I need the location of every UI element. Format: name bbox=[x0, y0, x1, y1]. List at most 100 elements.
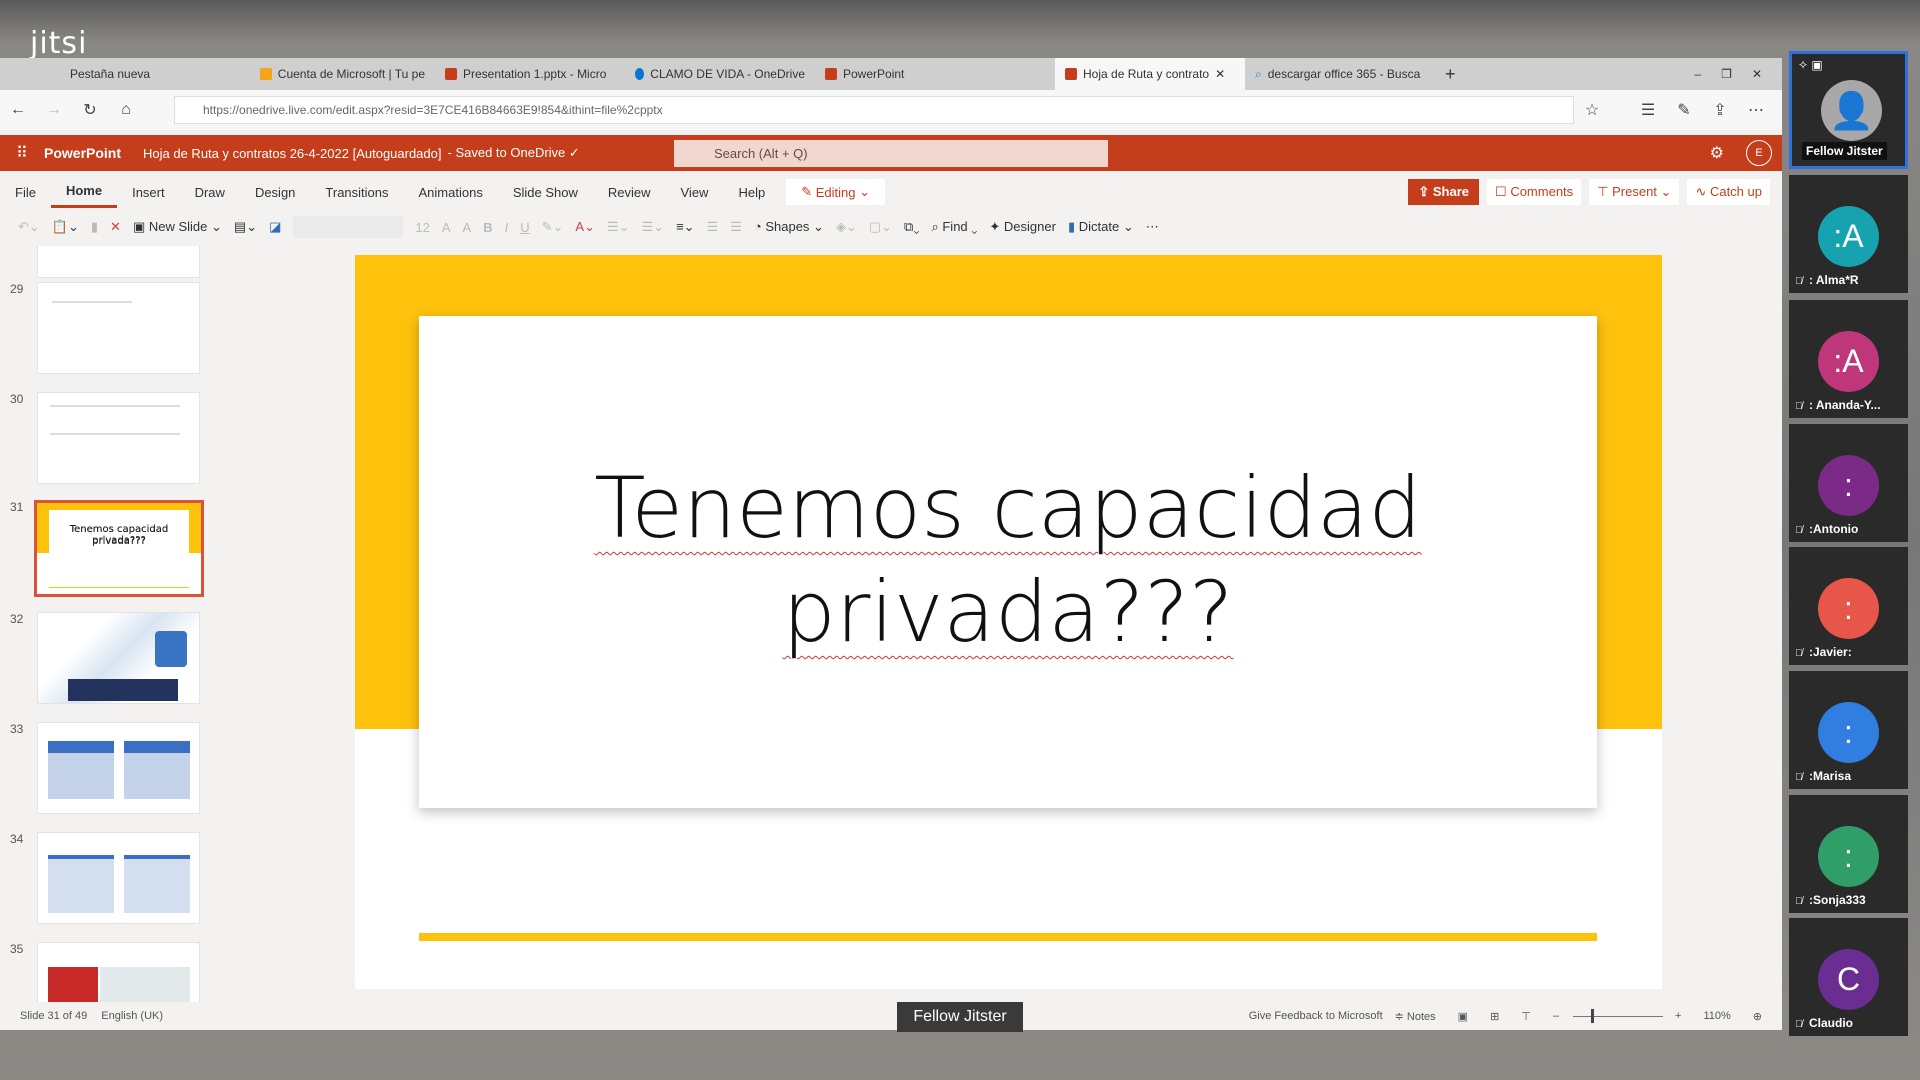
browser-tab[interactable]: Presentation 1.pptx - Micro bbox=[435, 58, 625, 90]
browser-tab[interactable]: PowerPoint bbox=[815, 58, 995, 90]
forward-icon[interactable]: → bbox=[36, 101, 72, 119]
search-input[interactable]: Search (Alt + Q) bbox=[674, 140, 1108, 167]
normal-view-icon[interactable]: ▣ bbox=[1458, 1010, 1468, 1023]
slide-canvas[interactable]: Tenemos capacidad privada??? bbox=[355, 255, 1662, 989]
browser-tab-active[interactable]: Hoja de Ruta y contrato ✕ bbox=[1055, 58, 1245, 90]
app-launcher-icon[interactable]: ⠿ bbox=[0, 143, 44, 163]
catch-up-button[interactable]: ∿ Catch up bbox=[1687, 179, 1770, 205]
browser-tab[interactable]: CLAMO DE VIDA - OneDrive bbox=[625, 58, 815, 90]
slide-thumbnail[interactable] bbox=[37, 832, 200, 924]
indent-icon[interactable]: ☰ bbox=[707, 219, 719, 235]
align-icon[interactable]: ≡⌄ bbox=[676, 219, 694, 235]
participant-tile[interactable]: : 🎙̸ :Marisa bbox=[1789, 671, 1908, 789]
home-icon[interactable]: ⌂ bbox=[108, 101, 144, 119]
user-avatar[interactable]: E bbox=[1746, 140, 1772, 166]
tab-insert[interactable]: Insert bbox=[117, 176, 180, 208]
close-tab-icon[interactable]: ✕ bbox=[1215, 67, 1225, 81]
favorite-star-icon[interactable]: ☆ bbox=[1574, 100, 1610, 120]
slide-title[interactable]: Tenemos capacidad privada??? bbox=[419, 456, 1597, 664]
save-status[interactable]: - Saved to OneDrive ✓ bbox=[448, 145, 580, 161]
url-input[interactable]: https://onedrive.live.com/edit.aspx?resi… bbox=[174, 96, 1574, 124]
share-icon[interactable]: ⇪ bbox=[1702, 100, 1738, 120]
more-options-icon[interactable]: ⋯ bbox=[1146, 219, 1159, 235]
slide-thumbnail[interactable] bbox=[37, 246, 200, 278]
zoom-in-icon[interactable]: + bbox=[1675, 1010, 1681, 1022]
close-window-button[interactable]: ✕ bbox=[1742, 58, 1782, 90]
tab-slide-show[interactable]: Slide Show bbox=[498, 176, 593, 208]
new-tab-button[interactable]: + bbox=[1435, 58, 1466, 90]
tab-animations[interactable]: Animations bbox=[404, 176, 498, 208]
tab-file[interactable]: File bbox=[0, 176, 51, 208]
bullets-icon[interactable]: ☰⌄ bbox=[607, 219, 630, 235]
tab-review[interactable]: Review bbox=[593, 176, 666, 208]
zoom-out-icon[interactable]: – bbox=[1553, 1010, 1559, 1022]
reading-view-icon[interactable]: ⊤ bbox=[1521, 1010, 1531, 1023]
underline-icon[interactable]: U bbox=[520, 220, 529, 235]
increase-font-icon[interactable]: A bbox=[442, 220, 451, 235]
browser-tab[interactable]: Pestaña nueva bbox=[0, 58, 250, 90]
designer-button[interactable]: ✦ Designer bbox=[989, 219, 1056, 235]
restore-button[interactable]: ❐ bbox=[1711, 58, 1742, 90]
zoom-slider[interactable] bbox=[1573, 1008, 1664, 1023]
undo-icon[interactable]: ↶⌄ bbox=[18, 219, 40, 235]
layout-icon[interactable]: ▤⌄ bbox=[234, 219, 257, 235]
language[interactable]: English (UK) bbox=[101, 1010, 163, 1022]
share-button[interactable]: ⇪ Share bbox=[1408, 179, 1480, 205]
delete-icon[interactable]: ✕ bbox=[110, 219, 121, 235]
document-title[interactable]: Hoja de Ruta y contratos 26-4-2022 [Auto… bbox=[143, 146, 441, 161]
participant-tile[interactable]: : 🎙̸ :Antonio bbox=[1789, 424, 1908, 542]
participant-tile[interactable]: 👤 Fellow Jitster ✧ ▣ bbox=[1789, 51, 1908, 169]
back-icon[interactable]: ← bbox=[0, 101, 36, 119]
editing-mode-button[interactable]: ✎ Editing ⌄ bbox=[786, 179, 885, 205]
find-button[interactable]: ⌕ Find ⌄ bbox=[931, 219, 977, 235]
slide-thumbnail[interactable] bbox=[37, 282, 200, 374]
outline-icon[interactable]: ▢⌄ bbox=[869, 219, 892, 235]
shapes-button[interactable]: ◔ Shapes ⌄ bbox=[754, 219, 824, 235]
outdent-icon[interactable]: ☰ bbox=[730, 219, 742, 235]
new-slide-button[interactable]: ▣ New Slide ⌄ bbox=[133, 219, 222, 235]
minimize-button[interactable]: – bbox=[1684, 58, 1711, 90]
settings-gear-icon[interactable]: ⚙ bbox=[1710, 143, 1724, 163]
slide-thumbnail[interactable] bbox=[37, 612, 200, 704]
slide-thumbnail[interactable] bbox=[37, 722, 200, 814]
slide-sorter-icon[interactable]: ⊞ bbox=[1490, 1010, 1499, 1023]
highlight-icon[interactable]: ✎⌄ bbox=[542, 219, 564, 235]
tab-design[interactable]: Design bbox=[240, 176, 310, 208]
font-color-icon[interactable]: A⌄ bbox=[575, 219, 595, 235]
feedback-link[interactable]: Give Feedback to Microsoft bbox=[1249, 1010, 1383, 1022]
zoom-level[interactable]: 110% bbox=[1703, 1010, 1730, 1022]
participant-tile[interactable]: C 🎙̸ Claudio bbox=[1789, 918, 1908, 1036]
fill-icon[interactable]: ◈⌄ bbox=[836, 219, 857, 235]
arrange-icon[interactable]: ⧉⌄ bbox=[904, 219, 919, 235]
participant-tile[interactable]: : 🎙̸ :Sonja333 bbox=[1789, 795, 1908, 913]
tab-draw[interactable]: Draw bbox=[180, 176, 240, 208]
comments-button[interactable]: ☐ Comments bbox=[1487, 179, 1582, 205]
font-size-input[interactable]: 12 bbox=[415, 220, 429, 235]
tab-view[interactable]: View bbox=[666, 176, 724, 208]
italic-icon[interactable]: I bbox=[505, 220, 509, 235]
format-painter-icon[interactable]: ▮ bbox=[91, 219, 98, 235]
participant-tile[interactable]: :A 🎙̸ : Alma*R bbox=[1789, 175, 1908, 293]
more-icon[interactable]: ⋯ bbox=[1738, 100, 1774, 120]
slide-thumbnail-panel[interactable]: 29 30 31 Tenemos capacidad privada??? Te… bbox=[0, 246, 215, 1002]
tab-transitions[interactable]: Transitions bbox=[310, 176, 403, 208]
pen-icon[interactable]: ✎ bbox=[1666, 100, 1702, 120]
font-name-input[interactable] bbox=[293, 216, 404, 238]
browser-tab[interactable]: ⌕ descargar office 365 - Busca bbox=[1245, 58, 1435, 90]
paste-icon[interactable]: 📋⌄ bbox=[52, 219, 79, 235]
pin-icon[interactable]: ✧ ▣ bbox=[1798, 58, 1823, 72]
tab-home[interactable]: Home bbox=[50, 176, 118, 208]
numbering-icon[interactable]: ☰⌄ bbox=[642, 219, 665, 235]
tab-help[interactable]: Help bbox=[723, 176, 780, 208]
participant-tile[interactable]: :A 🎙̸ : Ananda-Y... bbox=[1789, 300, 1908, 418]
participant-tile[interactable]: : 🎙̸ :Javier: bbox=[1789, 547, 1908, 665]
slide-thumbnail[interactable] bbox=[37, 942, 200, 1002]
favorites-icon[interactable]: ☰ bbox=[1630, 100, 1666, 120]
decrease-font-icon[interactable]: A bbox=[463, 220, 472, 235]
fit-to-window-icon[interactable]: ⊕ bbox=[1753, 1010, 1762, 1023]
bold-icon[interactable]: B bbox=[483, 220, 492, 235]
reuse-slide-icon[interactable]: ◪ bbox=[269, 219, 281, 235]
present-button[interactable]: ⊤ Present ⌄ bbox=[1589, 179, 1680, 205]
refresh-icon[interactable]: ↻ bbox=[72, 100, 108, 120]
browser-tab[interactable]: Cuenta de Microsoft | Tu pe bbox=[250, 58, 435, 90]
